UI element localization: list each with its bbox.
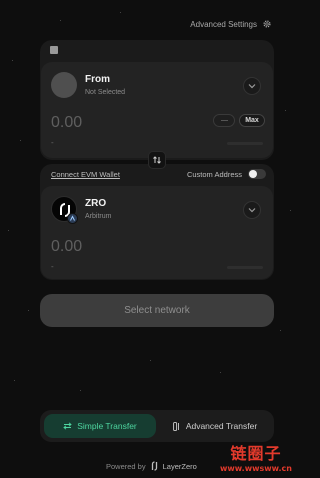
destination-card: Connect EVM Wallet Custom Address ZRO Ar… [40, 164, 274, 280]
layerzero-brand: LayerZero [162, 461, 197, 471]
connect-evm-wallet-link[interactable]: Connect EVM Wallet [51, 170, 120, 179]
from-amount-input[interactable]: 0.00 [51, 114, 82, 132]
to-token-symbol: ZRO [85, 198, 107, 209]
gear-icon [263, 20, 271, 28]
max-button[interactable]: Max [239, 114, 265, 127]
from-title: From [85, 74, 110, 85]
decrease-amount-button[interactable] [213, 114, 235, 127]
to-network-name: Arbitrum [85, 213, 112, 220]
to-usd-value: - [51, 262, 54, 271]
chevron-down-icon [248, 84, 256, 89]
layerzero-logo-icon [151, 461, 157, 471]
from-token-placeholder-icon[interactable] [51, 72, 77, 98]
swap-direction-button[interactable] [148, 151, 166, 169]
custom-address-label: Custom Address [186, 170, 242, 179]
swap-vertical-icon [153, 156, 161, 164]
chevron-down-icon [248, 208, 256, 213]
from-subtitle: Not Selected [85, 89, 126, 96]
powered-by: Powered by LayerZero [106, 461, 197, 471]
source-card: From Not Selected 0.00 - Max [40, 40, 274, 160]
advanced-transfer-tab[interactable]: Advanced Transfer [160, 414, 270, 438]
to-panel: ZRO Arbitrum 0.00 - [41, 186, 273, 279]
arrows-exchange-icon [63, 422, 72, 430]
powered-by-label: Powered by [106, 461, 146, 471]
to-token-select-button[interactable] [243, 201, 261, 219]
site-watermark: 链圈子 www.wwsww.cn [220, 440, 292, 473]
source-chain-icon [50, 46, 58, 54]
from-token-select-button[interactable] [243, 77, 261, 95]
minus-icon [220, 120, 228, 121]
watermark-url: www.wwsww.cn [220, 464, 292, 473]
watermark-title: 链圈子 [230, 444, 282, 463]
from-panel: From Not Selected 0.00 - Max [41, 62, 273, 158]
advanced-settings-label: Advanced Settings [190, 19, 257, 29]
balance-skeleton [227, 266, 263, 269]
advanced-settings-button[interactable]: Advanced Settings [190, 19, 272, 29]
select-network-button[interactable]: Select network [40, 294, 274, 327]
custom-address-toggle[interactable] [248, 169, 266, 179]
transfer-mode-switch: Simple Transfer Advanced Transfer [40, 410, 274, 442]
advanced-transfer-icon [172, 421, 179, 431]
simple-transfer-label: Simple Transfer [77, 421, 137, 431]
advanced-transfer-label: Advanced Transfer [185, 421, 258, 431]
from-usd-value: - [51, 138, 54, 147]
simple-transfer-tab[interactable]: Simple Transfer [44, 414, 156, 438]
to-amount-output: 0.00 [51, 238, 83, 255]
balance-skeleton [227, 142, 263, 145]
arbitrum-chain-icon [67, 213, 78, 224]
